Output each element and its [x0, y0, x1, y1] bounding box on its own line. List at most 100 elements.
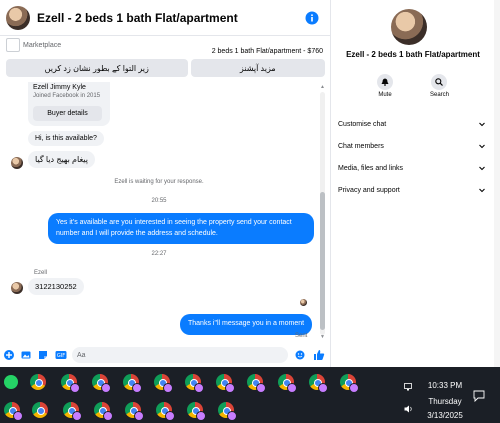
chevron-down-icon — [479, 144, 485, 149]
mute-button[interactable]: Mute — [377, 74, 393, 98]
message-in[interactable]: Hi, is this available? — [28, 131, 104, 146]
message-in[interactable]: پیغام بھیج دیا گیا — [28, 151, 95, 168]
search-button[interactable]: Search — [430, 74, 449, 98]
network-icon[interactable] — [404, 383, 414, 391]
listing-thumbnail[interactable] — [6, 38, 20, 52]
chrome-profile-icon[interactable] — [247, 374, 266, 393]
chrome-profile-icon[interactable] — [63, 402, 82, 421]
marketplace-tag: Marketplace — [6, 38, 61, 52]
mute-circle — [377, 74, 393, 90]
info-icon[interactable] — [305, 11, 319, 25]
timestamp: 20:55 — [151, 198, 167, 204]
bell-icon — [381, 78, 389, 86]
info-menu: Customise chat Chat members Media, files… — [336, 113, 486, 201]
chrome-profile-icon[interactable] — [216, 374, 235, 393]
mute-label: Mute — [378, 92, 392, 98]
chrome-profile-icon[interactable] — [94, 402, 113, 421]
plus-icon[interactable] — [4, 350, 14, 360]
timestamp: 22:27 — [151, 251, 167, 257]
chevron-down-icon — [479, 166, 485, 171]
buyer-name: Ezell Jimmy Kyle — [33, 84, 86, 91]
menu-item-label: Media, files and links — [338, 164, 403, 172]
whatsapp-icon[interactable] — [4, 375, 18, 389]
taskbar-row-bottom — [0, 398, 390, 422]
chat-title[interactable]: Ezell - 2 beds 1 bath Flat/apartment — [37, 11, 305, 25]
sender-name: Ezell — [34, 270, 48, 276]
marketplace-actions: زیر التوا کے بطور نشان زد کریں مزید آپشن… — [6, 59, 325, 77]
messenger-window: Ezell - 2 beds 1 bath Flat/apartment Mar… — [0, 0, 500, 423]
chrome-profile-icon[interactable] — [92, 374, 111, 393]
chrome-profile-icon[interactable] — [218, 402, 237, 421]
search-circle — [431, 74, 448, 90]
message-out[interactable]: Thanks i"ll message you in a moment — [180, 314, 313, 335]
menu-item-media-files-links[interactable]: Media, files and links — [336, 157, 486, 179]
info-title: Ezell - 2 beds 1 bath Flat/apartment — [346, 50, 480, 59]
search-label: Search — [429, 92, 449, 98]
clock-date[interactable]: 3/13/2025 — [422, 411, 468, 420]
menu-item-label: Privacy and support — [338, 186, 400, 194]
chrome-profile-icon[interactable] — [123, 374, 142, 393]
chrome-icon[interactable] — [30, 374, 46, 390]
avatar[interactable] — [11, 157, 23, 169]
chevron-down-icon — [479, 188, 485, 193]
avatar[interactable] — [11, 282, 23, 294]
photo-icon[interactable] — [21, 350, 31, 360]
menu-item-chat-members[interactable]: Chat members — [336, 135, 486, 157]
chrome-profile-icon[interactable] — [278, 374, 297, 393]
chevron-down-icon — [479, 122, 485, 127]
message-out[interactable]: Yes it's available are you interested in… — [48, 213, 314, 244]
system-tray: 10:33 PM Thursday 3/13/2025 — [402, 375, 500, 423]
like-icon[interactable] — [313, 349, 325, 361]
chrome-profile-icon[interactable] — [340, 374, 359, 393]
more-options-button[interactable]: مزید آپشنز — [190, 59, 325, 77]
chat-pane: Ezell - 2 beds 1 bath Flat/apartment Mar… — [0, 0, 331, 367]
waiting-notice: Ezell is waiting for your response. — [114, 179, 204, 185]
chat-header: Ezell - 2 beds 1 bath Flat/apartment — [0, 0, 331, 36]
chrome-profile-icon[interactable] — [125, 402, 144, 421]
chrome-profile-icon[interactable] — [156, 402, 175, 421]
gif-icon[interactable]: GIF — [55, 350, 67, 360]
message-input[interactable]: Aa — [72, 347, 288, 363]
avatar[interactable] — [6, 5, 30, 30]
menu-item-customise-chat[interactable]: Customise chat — [336, 113, 486, 135]
buyer-details-button[interactable]: Buyer details — [33, 106, 102, 121]
scroll-down-icon[interactable]: ▼ — [320, 334, 325, 340]
chrome-profile-icon[interactable] — [309, 374, 328, 393]
mark-pending-button[interactable]: زیر التوا کے بطور نشان زد کریں — [6, 59, 188, 77]
chrome-profile-icon[interactable] — [4, 402, 23, 421]
clock-day[interactable]: Thursday — [425, 397, 465, 406]
scroll-thumb[interactable] — [320, 192, 325, 330]
buyer-profile-card: Ezell Jimmy Kyle Joined Facebook in 2015… — [28, 82, 110, 126]
composer: GIF Aa — [0, 344, 331, 366]
notification-icon[interactable] — [473, 390, 485, 402]
scroll-up-icon[interactable]: ▲ — [320, 84, 325, 90]
taskbar: 10:33 PM Thursday 3/13/2025 — [0, 367, 500, 423]
volume-icon[interactable] — [404, 405, 414, 413]
taskbar-row-top — [0, 370, 390, 394]
window-scrollbar[interactable] — [494, 0, 500, 367]
chat-info-pane: Ezell - 2 beds 1 bath Flat/apartment Mut… — [332, 0, 494, 367]
marketplace-banner: Marketplace 2 beds 1 bath Flat/apartment… — [6, 38, 325, 78]
avatar[interactable] — [391, 9, 427, 45]
chrome-profile-icon[interactable] — [185, 374, 204, 393]
chrome-icon[interactable] — [32, 402, 48, 418]
chrome-profile-icon[interactable] — [187, 402, 206, 421]
message-in[interactable]: 3122130252 — [28, 278, 84, 295]
emoji-icon[interactable] — [295, 350, 305, 360]
menu-item-label: Customise chat — [338, 120, 387, 128]
seen-avatar — [300, 299, 307, 306]
marketplace-label: Marketplace — [23, 41, 62, 49]
menu-item-label: Chat members — [338, 142, 384, 150]
clock-time[interactable]: 10:33 PM — [425, 381, 465, 390]
menu-item-privacy-support[interactable]: Privacy and support — [336, 179, 486, 201]
listing-title[interactable]: 2 beds 1 bath Flat/apartment - $760 — [212, 48, 323, 55]
chat-scrollbar[interactable]: ▲ ▼ — [318, 84, 326, 342]
svg-text:GIF: GIF — [57, 353, 65, 359]
sticker-icon[interactable] — [38, 350, 48, 360]
chrome-profile-icon[interactable] — [154, 374, 173, 393]
sent-status: Sent — [295, 333, 308, 339]
search-icon — [435, 78, 444, 86]
buyer-joined: Joined Facebook in 2015 — [33, 93, 101, 99]
info-actions: Mute Search — [377, 74, 449, 98]
chrome-profile-icon[interactable] — [61, 374, 80, 393]
